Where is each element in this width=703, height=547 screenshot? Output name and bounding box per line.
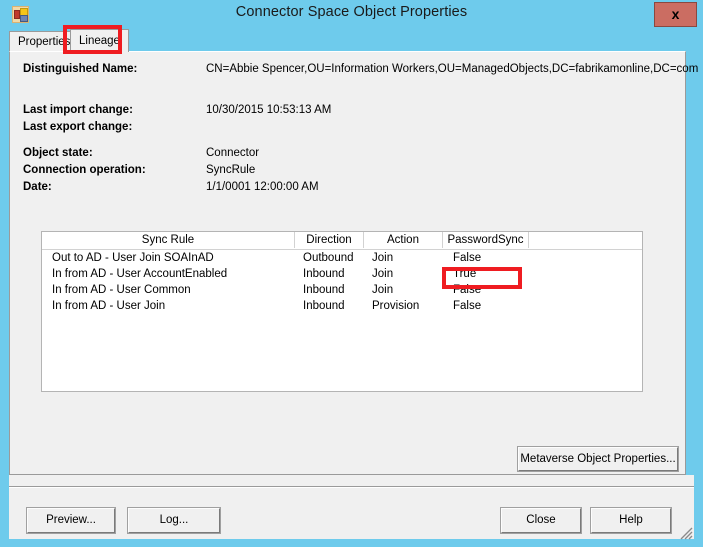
tab-properties[interactable]: Properties bbox=[9, 31, 80, 52]
help-button[interactable]: Help bbox=[590, 507, 672, 534]
cell-action: Join bbox=[372, 268, 394, 280]
cell-direction: Inbound bbox=[303, 284, 345, 296]
cell-password-sync: False bbox=[453, 300, 482, 312]
distinguished-name-value: CN=Abbie Spencer,OU=Information Workers,… bbox=[206, 63, 699, 75]
connection-operation-value: SyncRule bbox=[206, 164, 256, 176]
cell-password-sync: True bbox=[453, 268, 477, 280]
last-import-change-value: 10/30/2015 10:53:13 AM bbox=[206, 104, 332, 116]
connection-operation-label: Connection operation: bbox=[23, 164, 146, 176]
cell-action: Join bbox=[372, 284, 394, 296]
cell-direction: Outbound bbox=[303, 252, 354, 264]
tab-strip: Properties Lineage bbox=[9, 29, 694, 52]
footer-filler bbox=[9, 475, 694, 486]
cell-sync-rule: Out to AD - User Join SOAInAD bbox=[52, 252, 214, 264]
column-header-action[interactable]: Action bbox=[364, 232, 443, 248]
resize-grip-icon[interactable] bbox=[680, 527, 693, 540]
close-icon[interactable]: x bbox=[654, 2, 697, 27]
column-header-password-sync[interactable]: PasswordSync bbox=[443, 232, 529, 248]
cell-password-sync: False bbox=[453, 252, 482, 264]
table-row[interactable]: Out to AD - User Join SOAInAD Outbound J… bbox=[42, 250, 642, 266]
distinguished-name-label: Distinguished Name: bbox=[23, 63, 138, 75]
cell-sync-rule: In from AD - User Join bbox=[52, 300, 166, 312]
column-header-direction[interactable]: Direction bbox=[295, 232, 364, 248]
sync-rule-list[interactable]: Sync Rule Direction Action PasswordSync … bbox=[41, 231, 643, 392]
log-button[interactable]: Log... bbox=[127, 507, 221, 534]
cell-direction: Inbound bbox=[303, 300, 345, 312]
object-state-value: Connector bbox=[206, 147, 260, 159]
last-import-change-label: Last import change: bbox=[23, 104, 133, 116]
window-title: Connector Space Object Properties bbox=[235, 4, 468, 20]
preview-button[interactable]: Preview... bbox=[26, 507, 116, 534]
last-export-change-label: Last export change: bbox=[23, 121, 133, 133]
table-row[interactable]: In from AD - User Common Inbound Join Fa… bbox=[42, 282, 642, 298]
cell-sync-rule: In from AD - User Common bbox=[52, 284, 191, 296]
title-bar[interactable]: Connector Space Object Properties x bbox=[0, 0, 703, 29]
table-row[interactable]: In from AD - User AccountEnabled Inbound… bbox=[42, 266, 642, 282]
lineage-tab-panel: Distinguished Name: CN=Abbie Spencer,OU=… bbox=[9, 51, 698, 475]
table-row[interactable]: In from AD - User Join Inbound Provision… bbox=[42, 298, 642, 314]
cell-password-sync: False bbox=[453, 284, 482, 296]
cell-direction: Inbound bbox=[303, 268, 345, 280]
grid-header-row: Sync Rule Direction Action PasswordSync bbox=[42, 232, 642, 250]
column-header-spacer bbox=[529, 232, 642, 248]
close-button[interactable]: Close bbox=[500, 507, 582, 534]
cell-sync-rule: In from AD - User AccountEnabled bbox=[52, 268, 228, 280]
cell-action: Join bbox=[372, 252, 394, 264]
connector-space-object-properties-dialog: Connector Space Object Properties x Prop… bbox=[0, 0, 703, 547]
date-value: 1/1/0001 12:00:00 AM bbox=[206, 181, 319, 193]
cell-action: Provision bbox=[372, 300, 420, 312]
tab-lineage[interactable]: Lineage bbox=[70, 29, 129, 52]
date-label: Date: bbox=[23, 181, 52, 193]
object-state-label: Object state: bbox=[23, 147, 93, 159]
metaverse-object-properties-button[interactable]: Metaverse Object Properties... bbox=[517, 446, 679, 472]
column-header-sync-rule[interactable]: Sync Rule bbox=[42, 232, 295, 248]
